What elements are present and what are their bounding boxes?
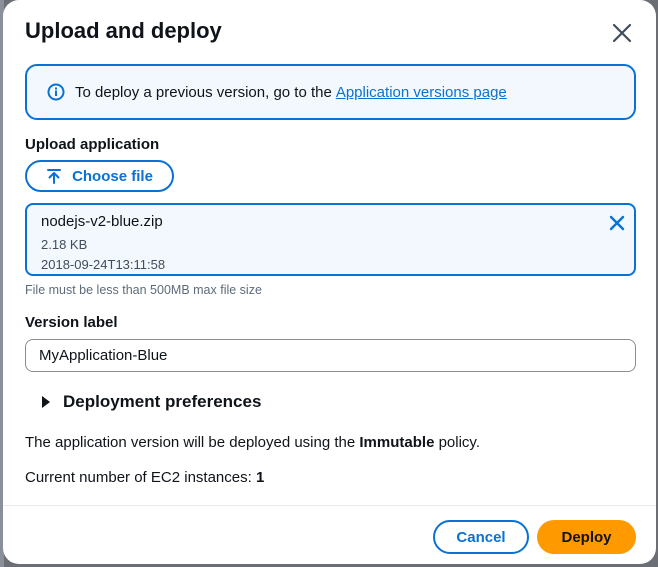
deployment-policy-text: The application version will be deployed… xyxy=(25,434,480,451)
file-size-constraint: File must be less than 500MB max file si… xyxy=(25,283,262,297)
version-label-heading: Version label xyxy=(25,314,118,331)
choose-file-button[interactable]: Choose file xyxy=(25,160,174,192)
info-alert: To deploy a previous version, go to the … xyxy=(25,64,636,120)
deploy-button[interactable]: Deploy xyxy=(537,520,636,554)
policy-name: Immutable xyxy=(359,434,435,451)
dismiss-icon xyxy=(609,215,625,231)
caret-right-icon xyxy=(42,396,50,408)
version-label-input[interactable] xyxy=(25,339,636,372)
application-versions-link[interactable]: Application versions page xyxy=(336,84,507,101)
policy-suffix: policy. xyxy=(438,434,480,451)
upload-icon xyxy=(47,169,62,184)
footer-divider xyxy=(3,505,656,506)
deployment-preferences-label: Deployment preferences xyxy=(63,392,262,411)
cancel-button[interactable]: Cancel xyxy=(433,520,529,554)
instance-count-text: Current number of EC2 instances: 1 xyxy=(25,469,264,486)
deployment-preferences-expander[interactable]: Deployment preferences xyxy=(41,392,261,412)
dialog-title: Upload and deploy xyxy=(25,18,222,43)
file-size: 2.18 KB xyxy=(41,237,88,252)
instance-count-label: Current number of EC2 instances: xyxy=(25,469,252,486)
file-last-modified: 2018-09-24T13:11:58 xyxy=(41,257,166,272)
remove-file-button[interactable] xyxy=(608,214,626,232)
file-name: nodejs-v2-blue.zip xyxy=(41,213,163,230)
upload-deploy-dialog: Upload and deploy To deploy a previous v… xyxy=(3,0,656,564)
info-icon xyxy=(47,83,65,101)
selected-file-token: nodejs-v2-blue.zip 2.18 KB 2018-09-24T13… xyxy=(25,203,636,276)
instance-count-value: 1 xyxy=(255,469,265,486)
close-icon xyxy=(612,23,632,43)
policy-prefix: The application version will be deployed… xyxy=(25,434,356,451)
upload-application-label: Upload application xyxy=(25,136,160,153)
close-button[interactable] xyxy=(609,20,635,46)
choose-file-label: Choose file xyxy=(72,167,153,185)
alert-text: To deploy a previous version, go to the xyxy=(75,83,332,101)
